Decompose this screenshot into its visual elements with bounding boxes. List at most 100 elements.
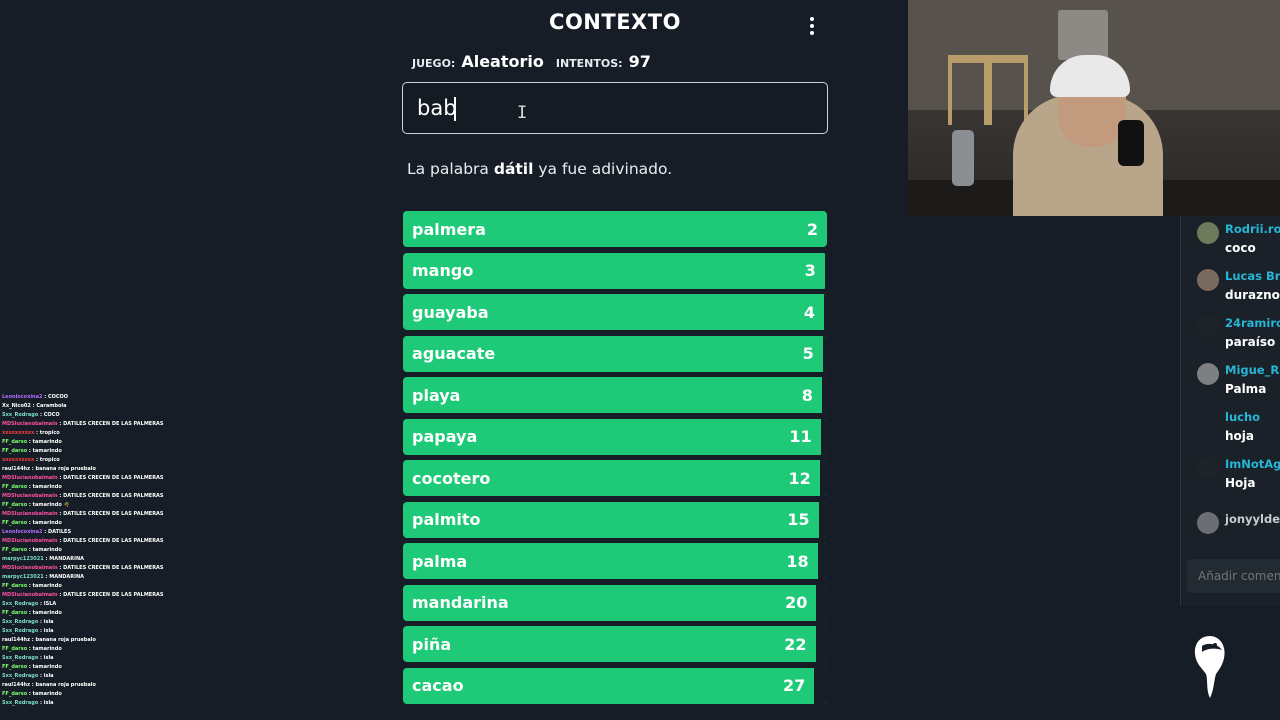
- avatar[interactable]: [1197, 269, 1219, 291]
- stream-chat-text: isla: [43, 655, 54, 661]
- stream-chat-text: tamarindo 🌴: [32, 502, 70, 508]
- guess-row[interactable]: aguacate 5: [403, 335, 827, 372]
- stream-chat-user: MDSlucianobalmain: [2, 565, 58, 571]
- guess-row[interactable]: palma 18: [403, 543, 827, 579]
- stream-chat-line: Xx_Nico02 : Carambola: [2, 402, 202, 411]
- side-chat-user[interactable]: jonyyldea: [1225, 512, 1280, 526]
- avatar[interactable]: [1197, 222, 1219, 244]
- guess-rank: 5: [802, 344, 814, 363]
- stream-chat-text: tamarindo: [32, 664, 62, 670]
- comment-input[interactable]: [1187, 559, 1280, 593]
- avatar[interactable]: [1197, 363, 1219, 385]
- guess-row-bar-gap: [818, 501, 827, 538]
- stream-chat-user: FF_darso: [2, 610, 28, 616]
- stream-chat-text: DATILES CRECEN DE LAS PALMERAS: [63, 565, 164, 571]
- guess-row[interactable]: palmito 15: [403, 501, 827, 538]
- guess-row[interactable]: piña 22: [403, 626, 827, 662]
- stream-chat-user: Sxx_Rodrago: [2, 655, 39, 661]
- stream-chat-text: tamarindo: [32, 520, 62, 526]
- stream-chat-text: DATILES CRECEN DE LAS PALMERAS: [63, 493, 164, 499]
- stream-chat-text: tamarindo: [32, 448, 62, 454]
- guess-row-bar-gap: [820, 418, 827, 455]
- stream-chat-line: Sxx_Rodrago : isla: [2, 672, 202, 681]
- side-chat-user[interactable]: Lucas Brin: [1225, 269, 1280, 283]
- stream-chat-user: MDSlucianobalmain: [2, 511, 58, 517]
- stream-chat-text: banana roja pruebalo: [35, 466, 96, 472]
- guess-word: palmera: [412, 219, 486, 239]
- stream-chat-text: DATILES CRECEN DE LAS PALMERAS: [63, 538, 164, 544]
- stream-chat-line: MDSlucianobalmain : DATILES CRECEN DE LA…: [2, 510, 202, 519]
- guess-rank: 2: [806, 219, 818, 239]
- more-options-icon[interactable]: [805, 14, 819, 38]
- side-chat-text: Hoja: [1225, 476, 1256, 490]
- stream-chat-text: tamarindo: [32, 610, 62, 616]
- guess-row[interactable]: mango 3: [403, 252, 827, 289]
- guess-rank: 18: [786, 551, 809, 571]
- guess-rank: 20: [785, 593, 808, 612]
- stream-chat-user: FF_darso: [2, 502, 28, 508]
- text-caret: [454, 97, 456, 121]
- guess-row[interactable]: cocotero 12: [403, 460, 827, 496]
- guess-row[interactable]: playa 8: [403, 377, 827, 413]
- guess-row[interactable]: palmera 2: [403, 211, 827, 247]
- stream-chat-text: tamarindo: [32, 646, 62, 652]
- stream-chat-text: tropico: [39, 457, 60, 463]
- stream-chat-user: Sxx_Rodrago: [2, 628, 39, 634]
- stream-chat-line: MDSlucianobalmain : DATILES CRECEN DE LA…: [2, 537, 202, 546]
- guess-row[interactable]: mandarina 20: [403, 584, 827, 621]
- stream-chat-user: FF_darso: [2, 646, 28, 652]
- stream-chat-text: DATILES CRECEN DE LAS PALMERAS: [63, 421, 164, 427]
- stream-chat-user: MDSlucianobalmain: [2, 421, 58, 427]
- stream-chat-line: FF_darso : tamarindo: [2, 546, 202, 555]
- stream-chat-line: FF_darso : tamarindo: [2, 438, 202, 447]
- side-chat-text: paraíso: [1225, 335, 1276, 349]
- stream-chat-line: Sxx_Rodrago : isla: [2, 699, 202, 708]
- side-chat-user[interactable]: ImNotAgu: [1225, 457, 1280, 471]
- avatar[interactable]: [1197, 316, 1219, 338]
- stream-chat-text: ISLA: [43, 601, 57, 607]
- guess-row[interactable]: cacao 27: [403, 667, 827, 704]
- guess-rank: 27: [783, 676, 806, 695]
- intentos-label: INTENTOS:: [555, 57, 623, 70]
- avatar[interactable]: [1197, 457, 1219, 479]
- guess-row-bar-gap: [816, 584, 827, 621]
- guess-rank: 12: [788, 468, 811, 488]
- guess-word: playa: [412, 385, 461, 405]
- stream-chat-line: raul144hz : banana roja pruebalo: [2, 465, 202, 474]
- guess-rank: 15: [787, 510, 810, 529]
- stream-chat-user: FF_darso: [2, 583, 28, 589]
- stream-chat-text: tamarindo: [32, 484, 62, 490]
- side-chat-text: Palma: [1225, 382, 1267, 396]
- stream-chat-user: xxxxxxxxxx: [2, 430, 35, 436]
- guess-rank: 11: [789, 427, 812, 446]
- guess-row-bar-gap: [824, 294, 827, 330]
- stream-chat-user: MDSlucianobalmain: [2, 493, 58, 499]
- side-chat-user[interactable]: Migue_Ra: [1225, 363, 1280, 377]
- guess-word: mandarina: [412, 593, 509, 612]
- guess-row[interactable]: papaya 11: [403, 418, 827, 455]
- stream-chat-line: FF_darso : tamarindo: [2, 582, 202, 591]
- stream-chat-user: FF_darso: [2, 691, 28, 697]
- guess-rank: 3: [804, 261, 816, 280]
- stream-chat-user: MDSlucianobalmain: [2, 475, 58, 481]
- guess-row-bar-gap: [822, 335, 827, 372]
- side-chat-user[interactable]: Rodrii.rod: [1225, 222, 1280, 236]
- guess-row-bar-gap: [814, 667, 827, 704]
- stream-chat-line: FF_darso : tamarindo: [2, 483, 202, 492]
- stream-chat-user: FF_darso: [2, 520, 28, 526]
- stream-chat-line: FF_darso : tamarindo: [2, 645, 202, 654]
- avatar[interactable]: [1197, 512, 1219, 534]
- stream-chat-text: DATILES CRECEN DE LAS PALMERAS: [63, 511, 164, 517]
- side-chat-user[interactable]: 24ramiro_: [1225, 316, 1280, 330]
- stream-chat-user: Sxx_Rodrago: [2, 700, 39, 706]
- stream-chat-text: tamarindo: [32, 439, 62, 445]
- guess-word: palma: [412, 551, 468, 571]
- guess-row[interactable]: guayaba 4: [403, 294, 827, 330]
- side-chat-user[interactable]: lucho: [1225, 410, 1260, 424]
- stream-chat-line: MDSlucianobalmain : DATILES CRECEN DE LA…: [2, 564, 202, 573]
- guess-word: aguacate: [412, 344, 496, 363]
- stream-chat-text: isla: [43, 628, 54, 634]
- stream-chat-user: Sxx_Rodrago: [2, 601, 39, 607]
- guess-input[interactable]: [402, 82, 828, 134]
- text-cursor-icon: I: [517, 103, 528, 123]
